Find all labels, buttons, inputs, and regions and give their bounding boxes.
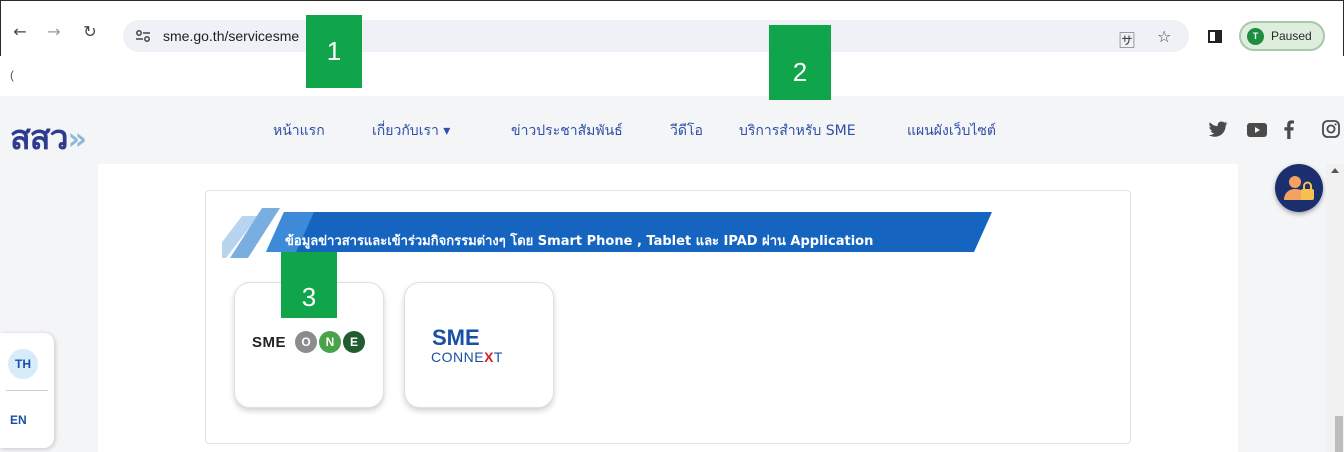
site-info-icon[interactable] bbox=[135, 29, 151, 43]
banner-text: ข้อมูลข่าวสารและเข้าร่วมกิจกรรมต่างๆ โดย… bbox=[285, 234, 874, 249]
language-th-button[interactable]: TH bbox=[8, 349, 38, 379]
nav-home[interactable]: หน้าแรก bbox=[273, 120, 325, 142]
url-text[interactable]: sme.go.th/servicesme bbox=[163, 28, 299, 44]
address-bar[interactable]: sme.go.th/servicesme 🈂 ☆ bbox=[123, 20, 1189, 52]
scrollbar-thumb[interactable] bbox=[1335, 416, 1343, 452]
language-switcher: TH EN bbox=[0, 333, 54, 448]
sme-one-letter-n: N bbox=[319, 331, 341, 353]
nav-sitemap[interactable]: แผนผังเว็บไซต์ bbox=[907, 120, 996, 142]
browser-toolbar: ← → ↻ sme.go.th/servicesme 🈂 ☆ T Paused bbox=[0, 0, 1344, 56]
stray-character: ( bbox=[10, 68, 14, 82]
sme-connext-word: CONNEXT bbox=[431, 349, 503, 365]
logo-text: สสว bbox=[10, 118, 69, 158]
sme-connext-title: SME bbox=[432, 325, 480, 350]
nav-about-dropdown[interactable]: เกี่ยวกับเรา ▾ bbox=[372, 120, 450, 142]
connext-part-a: CONNE bbox=[431, 349, 485, 365]
connext-part-x: X bbox=[484, 349, 494, 365]
back-arrow-icon[interactable]: ← bbox=[11, 23, 29, 41]
sme-one-letter-o: O bbox=[295, 331, 317, 353]
language-en-button[interactable]: EN bbox=[10, 413, 27, 427]
user-lock-icon bbox=[1284, 176, 1314, 200]
bookmark-star-icon[interactable]: ☆ bbox=[1157, 27, 1171, 47]
marker-3: 3 bbox=[281, 252, 337, 318]
nav-video[interactable]: วีดีโอ bbox=[670, 120, 703, 142]
marker-2: 2 bbox=[769, 25, 831, 100]
reload-icon[interactable]: ↻ bbox=[81, 23, 99, 41]
instagram-icon[interactable] bbox=[1322, 120, 1340, 138]
page-scrollbar[interactable] bbox=[1326, 164, 1344, 452]
marker-1: 1 bbox=[306, 15, 362, 88]
sme-one-letter-e: E bbox=[343, 331, 365, 353]
scroll-up-arrow-icon[interactable] bbox=[1331, 168, 1339, 173]
site-header: สสว» หน้าแรก เกี่ยวกับเรา ▾ ข่าวประชาสัม… bbox=[0, 96, 1344, 164]
twitter-icon[interactable] bbox=[1208, 121, 1228, 138]
logo-chevron: » bbox=[67, 122, 87, 157]
side-panel-icon[interactable] bbox=[1208, 30, 1222, 43]
avatar: T bbox=[1247, 28, 1264, 45]
sme-one-prefix: SME bbox=[252, 334, 287, 351]
language-divider bbox=[6, 390, 48, 391]
forward-arrow-icon[interactable]: → bbox=[45, 23, 63, 41]
youtube-icon[interactable] bbox=[1247, 123, 1267, 137]
profile-button[interactable]: T Paused bbox=[1239, 21, 1325, 51]
site-logo[interactable]: สสว» bbox=[10, 110, 87, 164]
nav-news[interactable]: ข่าวประชาสัมพันธ์ bbox=[511, 120, 623, 142]
facebook-icon[interactable] bbox=[1284, 120, 1294, 139]
connext-part-t: T bbox=[493, 349, 503, 365]
accessibility-button[interactable] bbox=[1275, 164, 1323, 212]
nav-sme-services[interactable]: บริการสำหรับ SME bbox=[739, 120, 856, 142]
profile-status: Paused bbox=[1271, 29, 1312, 43]
translate-icon[interactable]: 🈂 bbox=[1119, 27, 1135, 51]
